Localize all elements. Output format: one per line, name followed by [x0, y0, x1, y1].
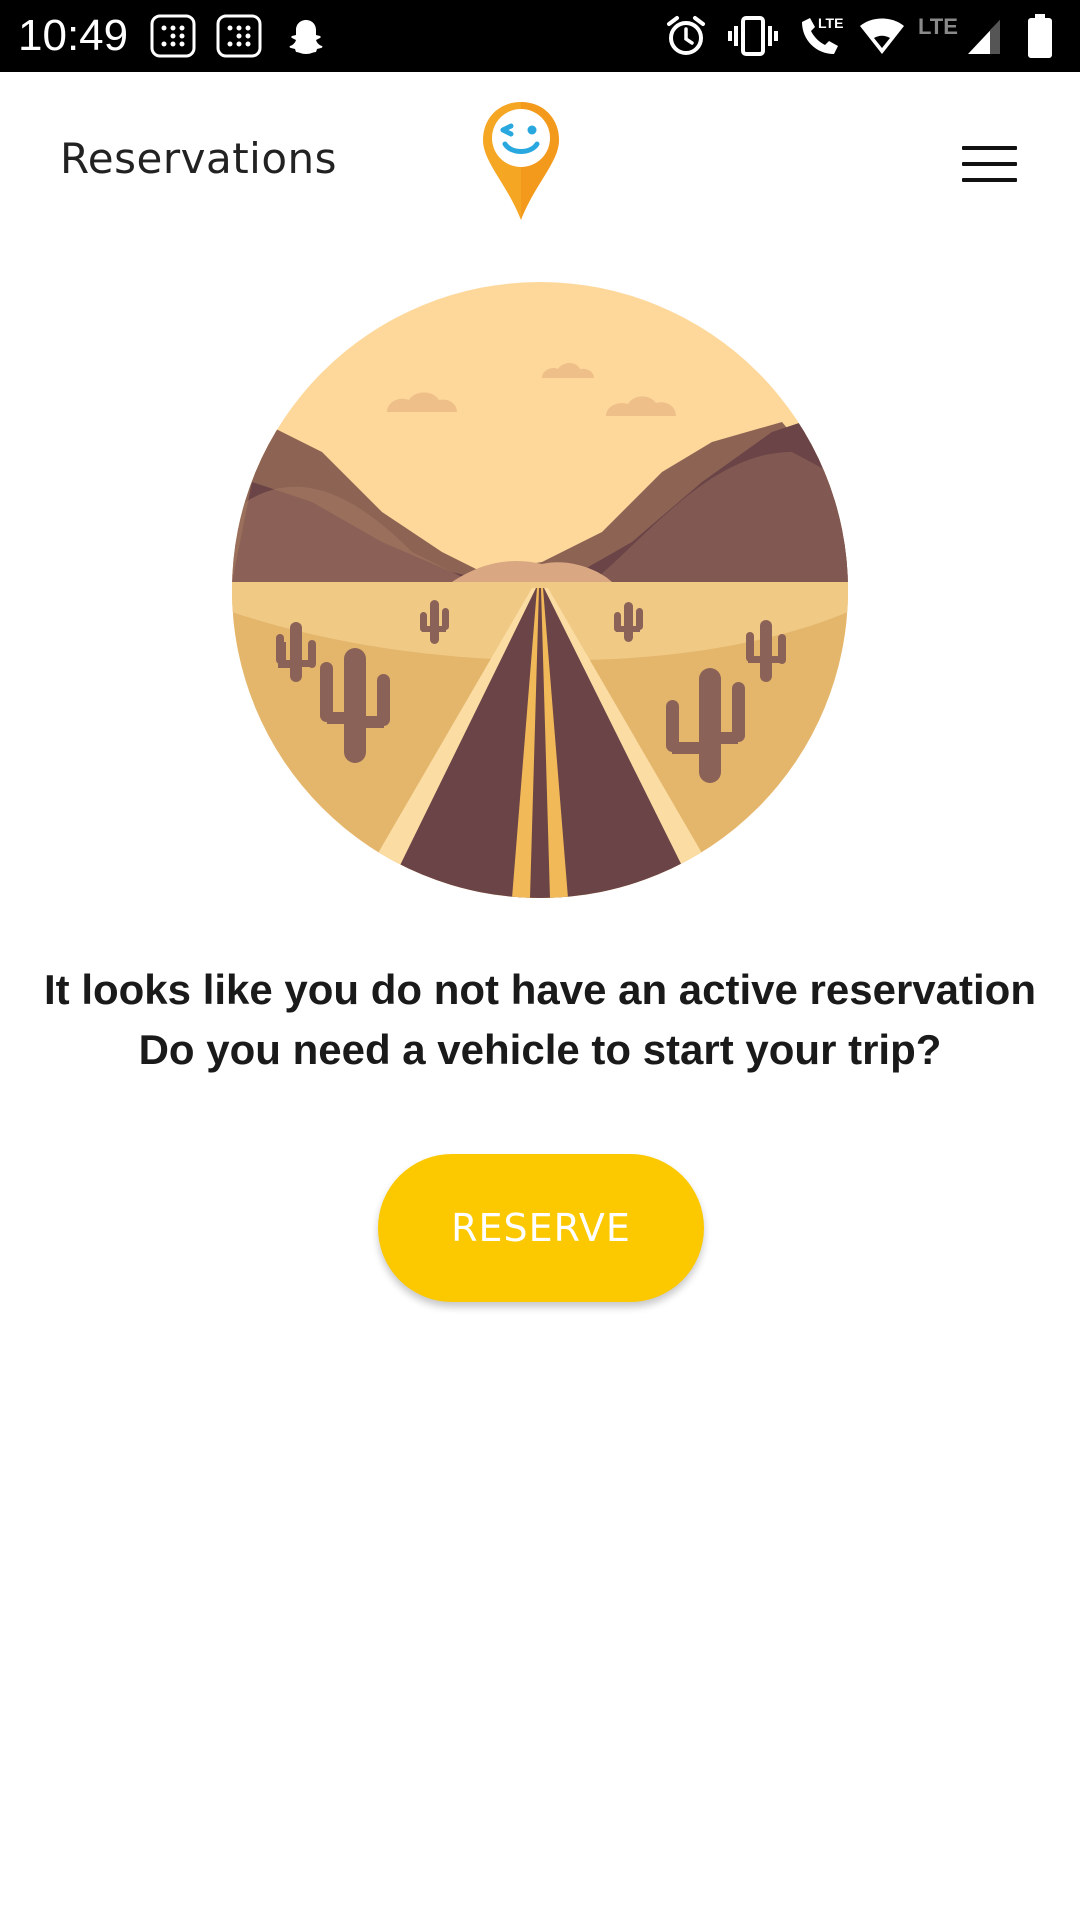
lte-signal-icon: LTE: [918, 14, 1000, 54]
svg-text:LTE: LTE: [918, 14, 958, 39]
menu-bar: [962, 162, 1017, 166]
wifi-icon: [860, 18, 904, 54]
message-line-2: Do you need a vehicle to start your trip…: [138, 1026, 942, 1073]
svg-text:LTE: LTE: [818, 15, 843, 31]
menu-bar: [962, 146, 1017, 150]
map-pin-wink-logo-icon[interactable]: [481, 100, 561, 222]
vibrate-icon: [728, 16, 778, 56]
hamburger-menu-icon[interactable]: [950, 134, 1030, 194]
empty-state-message: It looks like you do not have an active …: [0, 960, 1080, 1080]
message-line-1: It looks like you do not have an active …: [44, 966, 1036, 1013]
grid-app-icon: [216, 14, 262, 58]
reserve-button[interactable]: RESERVE: [378, 1154, 704, 1302]
app-header: Reservations: [0, 72, 1080, 230]
alarm-icon: [667, 16, 705, 55]
page-title: Reservations: [60, 134, 338, 183]
lte-call-icon: LTE: [802, 15, 843, 54]
battery-icon: [1028, 14, 1052, 58]
status-time: 10:49: [18, 11, 129, 60]
grid-app-icon: [150, 14, 196, 58]
menu-bar: [962, 178, 1017, 182]
desert-road-illustration: [232, 282, 848, 898]
status-bar: 10:49 LTE LTE: [0, 0, 1080, 72]
snapchat-icon: [289, 20, 323, 54]
